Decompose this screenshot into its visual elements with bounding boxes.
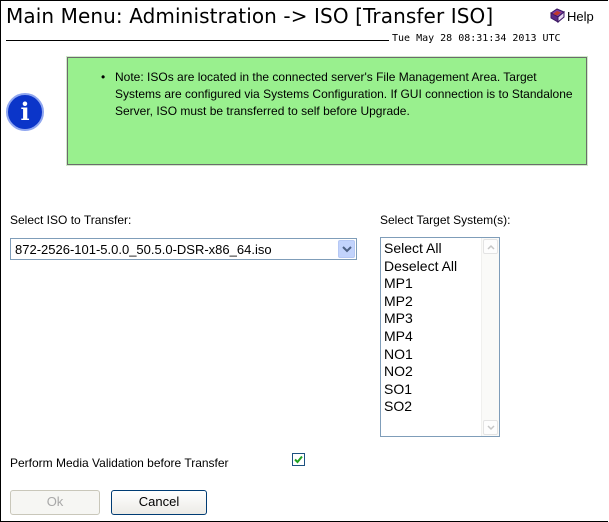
list-item-mp2[interactable]: MP2 [381, 293, 484, 311]
list-item-no1[interactable]: NO1 [381, 346, 484, 364]
media-validation-label: Perform Media Validation before Transfer [10, 456, 229, 470]
note-text: Note: ISOs are located in the connected … [101, 69, 575, 120]
list-item-mp3[interactable]: MP3 [381, 310, 484, 328]
chevron-down-icon [487, 425, 495, 431]
timestamp: Tue May 28 08:31:34 2013 UTC [392, 33, 561, 44]
iso-select-label: Select ISO to Transfer: [10, 213, 132, 227]
iso-selected-value: 872-2526-101-5.0.0_50.5.0-DSR-x86_64.iso [15, 242, 272, 257]
dropdown-button[interactable] [338, 240, 355, 258]
note-box: Note: ISOs are located in the connected … [66, 56, 588, 166]
chevron-up-icon [487, 244, 495, 250]
cancel-button[interactable]: Cancel [111, 490, 207, 515]
scroll-down-button[interactable] [483, 420, 498, 435]
help-book-icon [550, 8, 565, 24]
list-item-no2[interactable]: NO2 [381, 363, 484, 381]
target-system-list[interactable]: Select All Deselect All MP1 MP2 MP3 MP4 … [380, 237, 500, 437]
info-icon: i [6, 93, 44, 131]
scroll-up-button[interactable] [483, 239, 498, 254]
iso-select[interactable]: 872-2526-101-5.0.0_50.5.0-DSR-x86_64.iso [10, 238, 357, 260]
target-items: Select All Deselect All MP1 MP2 MP3 MP4 … [381, 240, 484, 416]
list-item-deselect-all[interactable]: Deselect All [381, 258, 484, 276]
list-item-mp4[interactable]: MP4 [381, 328, 484, 346]
help-link[interactable]: Help [550, 8, 594, 24]
checkmark-icon [294, 455, 303, 464]
header-divider [6, 40, 389, 41]
list-item-mp1[interactable]: MP1 [381, 275, 484, 293]
list-scrollbar[interactable] [481, 238, 499, 436]
list-item-select-all[interactable]: Select All [381, 240, 484, 258]
target-select-label: Select Target System(s): [380, 213, 511, 227]
media-validation-checkbox[interactable] [292, 453, 305, 466]
page-title: Main Menu: Administration -> ISO [Transf… [6, 4, 494, 28]
help-label[interactable]: Help [567, 9, 594, 24]
ok-button[interactable]: Ok [10, 490, 100, 515]
chevron-down-icon [342, 246, 352, 253]
list-item-so2[interactable]: SO2 [381, 398, 484, 416]
list-item-so1[interactable]: SO1 [381, 381, 484, 399]
